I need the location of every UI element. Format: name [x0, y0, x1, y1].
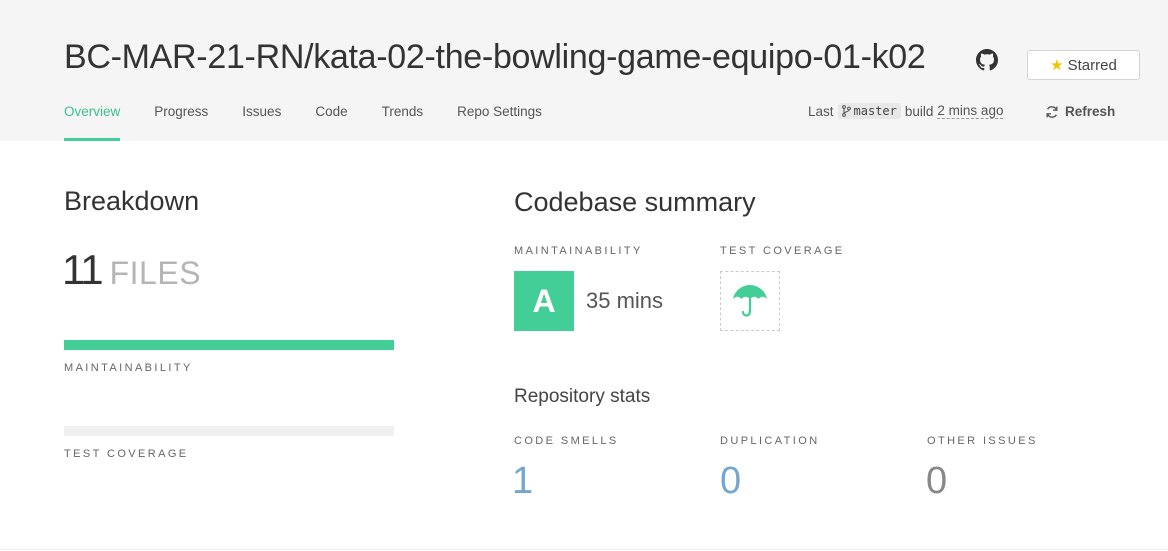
other-issues-value: 0	[926, 460, 948, 502]
build-time[interactable]: 2 mins ago	[937, 103, 1004, 119]
build-prefix: Last	[808, 103, 834, 119]
other-issues-label: OTHER ISSUES	[927, 435, 1038, 447]
repository-stats-title: Repository stats	[514, 386, 651, 407]
repo-header: BC-MAR-21-RN/kata-02-the-bowling-game-eq…	[0, 0, 1168, 141]
refresh-icon	[1046, 105, 1058, 118]
starred-label: Starred	[1067, 56, 1117, 74]
umbrella-icon	[733, 285, 767, 317]
files-count[interactable]: 11 FILES	[62, 246, 201, 294]
files-number: 11	[62, 246, 104, 293]
code-smells-value[interactable]: 1	[512, 460, 533, 503]
test-coverage-label: TEST COVERAGE	[720, 245, 845, 257]
github-icon[interactable]	[976, 49, 998, 71]
tab-trends[interactable]: Trends	[382, 104, 424, 141]
code-smells-label: CODE SMELLS	[514, 435, 619, 447]
build-middle: build	[904, 103, 934, 119]
tab-code[interactable]: Code	[315, 104, 347, 141]
refresh-label: Refresh	[1065, 104, 1116, 119]
tab-repo-settings[interactable]: Repo Settings	[457, 104, 542, 141]
star-icon: ★	[1050, 57, 1064, 74]
refresh-button[interactable]: Refresh	[1045, 104, 1115, 119]
branch-badge[interactable]: master	[837, 103, 901, 119]
files-unit: FILES	[109, 255, 202, 291]
last-build-info: Last master build 2 mins ago	[808, 103, 1004, 119]
maintainability-time: 35 mins	[586, 288, 664, 313]
maintainability-bar-label: MAINTAINABILITY	[64, 362, 193, 374]
duplication-label: DUPLICATION	[720, 435, 820, 447]
repo-title[interactable]: BC-MAR-21-RN/kata-02-the-bowling-game-eq…	[64, 38, 926, 77]
maintainability-bar[interactable]	[64, 340, 394, 350]
tab-overview[interactable]: Overview	[64, 104, 121, 141]
tab-issues[interactable]: Issues	[242, 104, 281, 141]
maintainability-label: MAINTAINABILITY	[514, 245, 643, 257]
repo-nav: Overview Progress Issues Code Trends Rep…	[64, 104, 576, 141]
duplication-value[interactable]: 0	[720, 460, 741, 503]
test-coverage-bar-label: TEST COVERAGE	[64, 448, 189, 460]
branch-name: master	[853, 104, 897, 118]
breakdown-title: Breakdown	[64, 186, 200, 216]
tab-progress[interactable]: Progress	[154, 104, 208, 141]
test-coverage-bar[interactable]	[64, 426, 394, 436]
git-branch-icon	[841, 105, 851, 117]
page-divider	[0, 549, 1168, 550]
codebase-summary-title: Codebase summary	[514, 187, 756, 217]
maintainability-bar-fill	[64, 340, 394, 350]
maintainability-grade[interactable]: A	[514, 271, 574, 331]
starred-button[interactable]: ★ Starred	[1027, 50, 1140, 80]
test-coverage-badge[interactable]	[720, 271, 780, 331]
